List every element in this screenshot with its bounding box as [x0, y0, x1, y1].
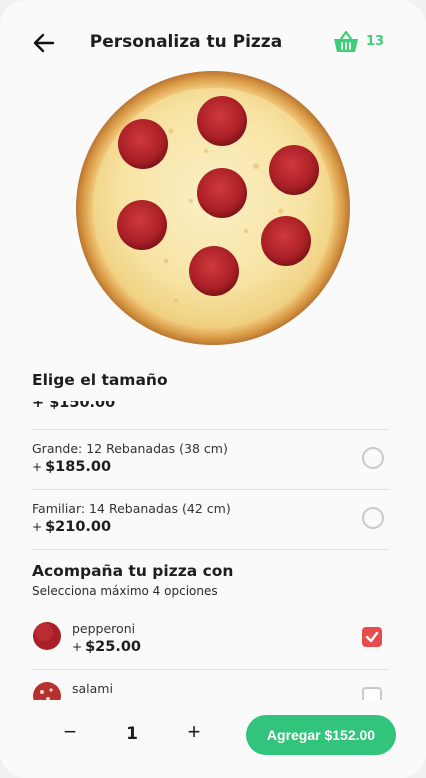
size-radio-familiar[interactable]: [362, 507, 384, 529]
topping-label-salami: salami: [72, 681, 113, 696]
pepperoni-slice: [118, 119, 168, 169]
screen: Personaliza tu Pizza 13 Elige el tamaño …: [0, 0, 426, 778]
topping-checkbox-pepperoni[interactable]: [362, 627, 382, 647]
basket-icon[interactable]: [333, 30, 359, 54]
pizza-image: [76, 71, 350, 345]
pepperoni-slice: [189, 246, 239, 296]
header: Personaliza tu Pizza 13: [0, 24, 426, 62]
decrease-quantity-button[interactable]: −: [56, 718, 84, 746]
pepperoni-thumbnail: [33, 622, 61, 650]
size-option-price-familiar: + $210.00: [32, 519, 112, 535]
size-option-clipped: + $150.00: [32, 401, 116, 411]
divider: [32, 669, 389, 670]
add-to-cart-button[interactable]: Agregar $152.00: [246, 715, 396, 755]
toppings-subtitle: Selecciona máximo 4 opciones: [32, 584, 218, 598]
topping-label-pepperoni: pepperoni: [72, 621, 136, 636]
increase-quantity-button[interactable]: +: [180, 718, 208, 746]
divider: [32, 549, 389, 550]
size-radio-grande[interactable]: [362, 447, 384, 469]
topping-price-pepperoni: + $25.00: [72, 639, 142, 655]
cart-count-badge[interactable]: 13: [366, 34, 384, 49]
pepperoni-slice: [269, 145, 319, 195]
pepperoni-slice: [197, 96, 247, 146]
pepperoni-slice: [261, 216, 311, 266]
pepperoni-slice: [197, 168, 247, 218]
page-title: Personaliza tu Pizza: [89, 32, 283, 52]
pepperoni-slice: [117, 200, 167, 250]
footer-bar: − 1 + Agregar $152.00: [0, 700, 426, 778]
size-option-label-grande: Grande: 12 Rebanadas (38 cm): [32, 441, 228, 456]
size-option-price-grande: + $185.00: [32, 459, 112, 475]
checkmark-icon: [365, 631, 379, 643]
size-section-title: Elige el tamaño: [32, 371, 168, 389]
divider: [32, 429, 389, 430]
quantity-value: 1: [126, 724, 138, 744]
toppings-section-title: Acompaña tu pizza con: [32, 562, 234, 580]
size-option-label-familiar: Familiar: 14 Rebanadas (42 cm): [32, 501, 231, 516]
divider: [32, 489, 389, 490]
